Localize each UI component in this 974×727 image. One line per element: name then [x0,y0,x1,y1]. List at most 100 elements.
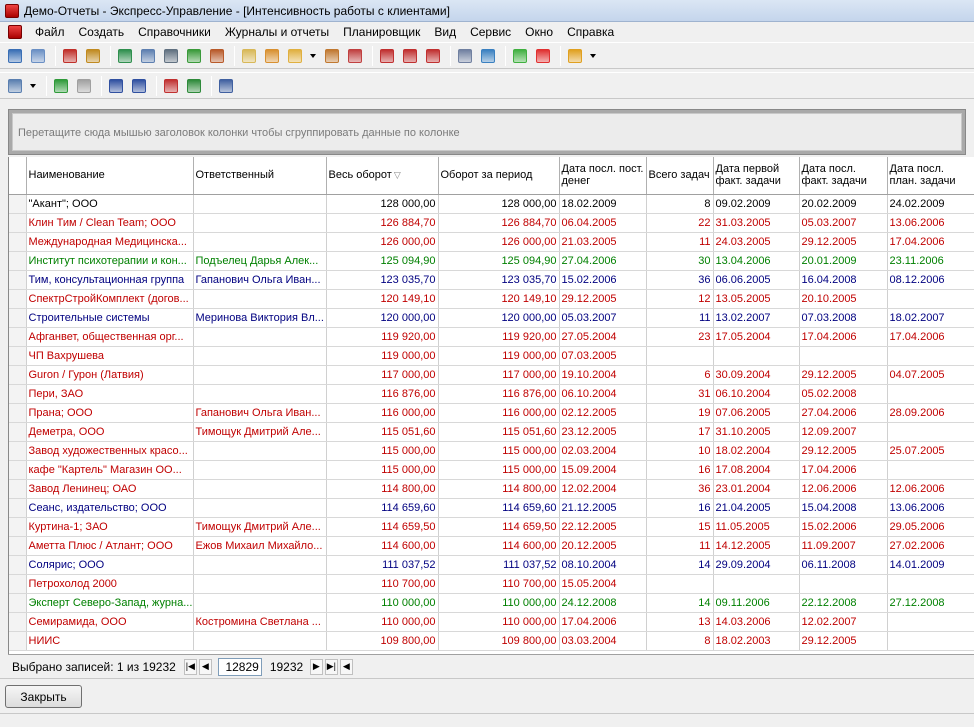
table-cell[interactable]: 17.04.2006 [887,327,974,347]
table-cell[interactable]: 23.11.2006 [887,251,974,271]
table-cell[interactable] [887,346,974,366]
table-cell[interactable]: 24.12.2008 [559,593,647,613]
row-indicator[interactable] [9,574,27,594]
group-by-panel[interactable]: Перетащите сюда мышью заголовок колонки … [8,109,966,155]
table-cell[interactable]: 12.06.2006 [887,479,974,499]
menu-file[interactable]: Файл [28,25,72,39]
table-cell[interactable]: 111 037,52 [326,555,439,575]
table-cell[interactable]: НИИС [26,631,194,651]
sort-filter-icon[interactable]: ▽ [394,170,401,180]
table-row[interactable]: Афганвет, общественная орг... 119 920,00 1… [9,327,974,347]
table-cell[interactable]: 20.12.2005 [559,536,647,556]
table-cell[interactable] [193,479,327,499]
menu-create[interactable]: Создать [72,25,132,39]
table-cell[interactable]: 123 035,70 [438,270,560,290]
table-cell[interactable]: 06.11.2008 [799,555,888,575]
table-cell[interactable]: кафе "Картель" Магазин ОО... [26,460,194,480]
table-cell[interactable]: 114 659,50 [438,517,560,537]
table-cell[interactable] [887,574,974,594]
table-cell[interactable]: 15.09.2004 [559,460,647,480]
letter-cu-button[interactable] [400,46,420,66]
align-justify-button[interactable] [129,76,149,96]
table-cell[interactable] [193,213,327,233]
table-cell[interactable]: 09.11.2006 [713,593,800,613]
table-cell[interactable] [713,346,800,366]
table-cell[interactable]: 110 000,00 [438,612,560,632]
split-button[interactable] [533,46,553,66]
table-cell[interactable]: 29.12.2005 [799,232,888,252]
table-cell[interactable]: 25.07.2005 [887,441,974,461]
column-header-name[interactable]: Наименование [26,157,194,195]
table-cell[interactable]: 114 600,00 [326,536,439,556]
table-cell[interactable]: 125 094,90 [326,251,439,271]
table-cell[interactable]: 110 700,00 [438,574,560,594]
table-cell[interactable]: 23 [646,327,714,347]
filter-clear-button[interactable] [161,76,181,96]
table-cell[interactable]: 06.10.2004 [713,384,800,404]
table-cell[interactable] [193,346,327,366]
table-row[interactable]: "Акант"; ООО 128 000,00 128 000,00 18.02.20… [9,194,974,214]
table-cell[interactable]: Строительные системы [26,308,194,328]
table-cell[interactable]: 27.02.2006 [887,536,974,556]
table-cell[interactable]: 12.02.2004 [559,479,647,499]
menu-help[interactable]: Справка [560,25,621,39]
row-indicator[interactable] [9,270,27,290]
table-cell[interactable]: 115 000,00 [326,441,439,461]
table-cell[interactable]: 123 035,70 [326,270,439,290]
table-cell[interactable] [193,498,327,518]
table-cell[interactable] [193,574,327,594]
table-cell[interactable]: 11.05.2005 [713,517,800,537]
table-cell[interactable]: 14 [646,555,714,575]
row-indicator[interactable] [9,232,27,252]
row-indicator[interactable] [9,441,27,461]
menu-view[interactable]: Вид [427,25,463,39]
table-row[interactable]: Клин Тим / Clean Team; ООО 126 884,70 126 … [9,213,974,233]
table-cell[interactable]: 17.05.2004 [713,327,800,347]
table-cell[interactable]: 17.04.2006 [799,327,888,347]
table-cell[interactable] [887,422,974,442]
table-cell[interactable]: 15.02.2006 [559,270,647,290]
next-record-button[interactable]: ▶ [309,658,323,675]
table-cell[interactable]: Афганвет, общественная орг... [26,327,194,347]
table-cell[interactable]: 29.12.2005 [559,289,647,309]
table-cell[interactable]: 115 000,00 [438,460,560,480]
table-row[interactable]: Эксперт Северо-Запад, журна... 110 000,00… [9,593,974,613]
clipboard-button[interactable] [285,46,305,66]
row-indicator[interactable] [9,346,27,366]
align-left-button[interactable] [106,76,126,96]
table-row[interactable]: Guron / Гурон (Латвия) 117 000,00 117 000,… [9,365,974,385]
table-cell[interactable] [193,232,327,252]
table-cell[interactable]: 16.04.2008 [799,270,888,290]
table-cell[interactable]: 11.09.2007 [799,536,888,556]
table-cell[interactable]: 18.02.2004 [713,441,800,461]
table-cell[interactable]: 06.04.2005 [559,213,647,233]
calendar-red-button[interactable] [345,46,365,66]
table-cell[interactable]: Тим, консультационная группа [26,270,194,290]
table-cell[interactable]: 05.03.2007 [559,308,647,328]
table-cell[interactable]: 8 [646,631,714,651]
first-record-button[interactable]: |◀ [183,658,197,675]
row-indicator[interactable] [9,251,27,271]
table-cell[interactable]: 14.12.2005 [713,536,800,556]
menu-scheduler[interactable]: Планировщик [336,25,427,39]
table-row[interactable]: СпектрСтройКомплект (догов... 120 149,10 1… [9,289,974,309]
table-cell[interactable]: 114 659,50 [326,517,439,537]
report-button[interactable] [239,46,259,66]
table-cell[interactable]: 02.03.2004 [559,441,647,461]
table-row[interactable]: Солярис; ООО 111 037,52 111 037,52 08.10.20… [9,555,974,575]
chevron-down-icon[interactable] [28,76,38,96]
row-indicator[interactable] [9,555,27,575]
table-cell[interactable]: 119 920,00 [326,327,439,347]
table-cell[interactable]: Подъелец Дарья Алек... [193,251,327,271]
table-cell[interactable]: 126 000,00 [326,232,439,252]
table-cell[interactable]: 12.02.2007 [799,612,888,632]
table-cell[interactable]: 31 [646,384,714,404]
table-cell[interactable]: 29.12.2005 [799,441,888,461]
table-cell[interactable]: 110 000,00 [326,593,439,613]
table-cell[interactable]: Гапанович Ольга Иван... [193,270,327,290]
table-cell[interactable]: 14 [646,593,714,613]
calculator-button[interactable] [455,46,475,66]
briefcase-button[interactable] [207,46,227,66]
table-cell[interactable]: 120 000,00 [438,308,560,328]
row-indicator[interactable] [9,422,27,442]
